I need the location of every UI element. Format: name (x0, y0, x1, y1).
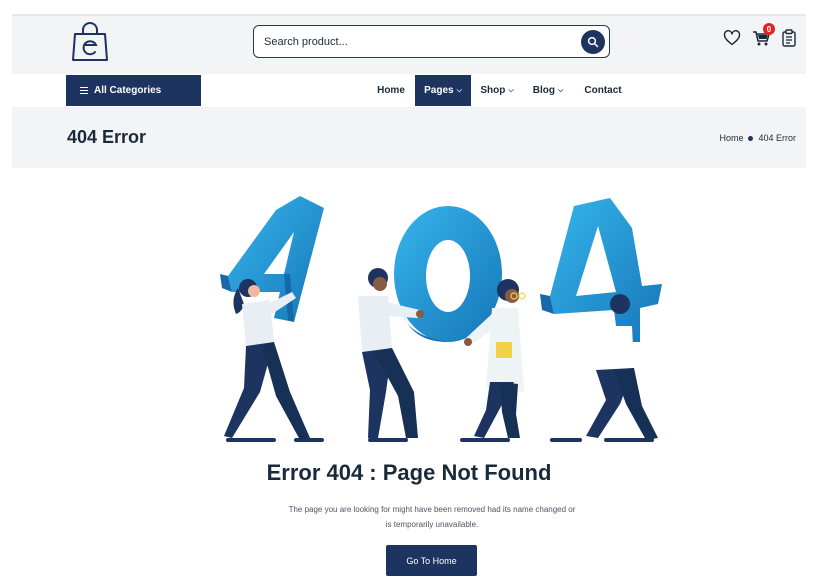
error-message-line-2: is temporarily unavailable. (385, 520, 479, 529)
page-title: 404 Error (67, 127, 147, 147)
cart-button[interactable]: 0 (751, 23, 775, 48)
page-title-band: 404 Error Home 404 Error (12, 107, 806, 168)
nav-pages-label: Pages (424, 85, 454, 96)
chevron-down-icon: ⌵ (456, 86, 462, 94)
heart-icon (723, 30, 741, 46)
clipboard-icon (782, 29, 796, 47)
orders-button[interactable] (779, 28, 799, 48)
breadcrumb-home-link[interactable]: Home (719, 133, 743, 143)
menu-icon (80, 87, 88, 94)
nav-contact[interactable]: Contact (580, 75, 626, 106)
nav-shop[interactable]: Shop ⌵ (476, 75, 518, 106)
search-button[interactable] (581, 30, 605, 54)
all-categories-button[interactable]: All Categories (66, 75, 201, 106)
error-404-illustration (220, 196, 662, 442)
nav-pages[interactable]: Pages ⌵ (415, 75, 471, 106)
nav-home-label: Home (377, 85, 405, 96)
error-message: The page you are looking for might have … (267, 502, 597, 532)
all-categories-label: All Categories (94, 85, 162, 96)
top-header: 0 (12, 14, 806, 74)
chevron-down-icon: ⌵ (508, 86, 514, 94)
shopping-bag-logo-icon[interactable] (70, 20, 110, 64)
nav-home[interactable]: Home (370, 75, 412, 106)
error-title: Error 404 : Page Not Found (266, 460, 552, 485)
nav-shop-label: Shop (480, 85, 506, 96)
main-nav: All Categories Home Pages ⌵ Shop ⌵ Blog … (12, 74, 806, 107)
search-icon (587, 36, 599, 48)
nav-contact-label: Contact (584, 85, 622, 96)
chevron-down-icon: ⌵ (557, 86, 564, 94)
go-to-home-button[interactable]: Go To Home (386, 545, 477, 576)
search-bar (253, 25, 610, 58)
page: 0 All Categories Home Pages ⌵ Shop ⌵ (12, 14, 806, 576)
search-input[interactable] (264, 33, 564, 51)
breadcrumb: Home 404 Error (719, 133, 796, 143)
breadcrumb-current: 404 Error (758, 133, 796, 143)
cart-count-badge: 0 (763, 23, 775, 35)
breadcrumb-separator (748, 135, 754, 141)
nav-blog-label: Blog (532, 85, 555, 96)
nav-blog[interactable]: Blog ⌵ (528, 75, 568, 106)
error-message-line-1: The page you are looking for might have … (288, 505, 576, 514)
wishlist-button[interactable] (722, 28, 742, 48)
